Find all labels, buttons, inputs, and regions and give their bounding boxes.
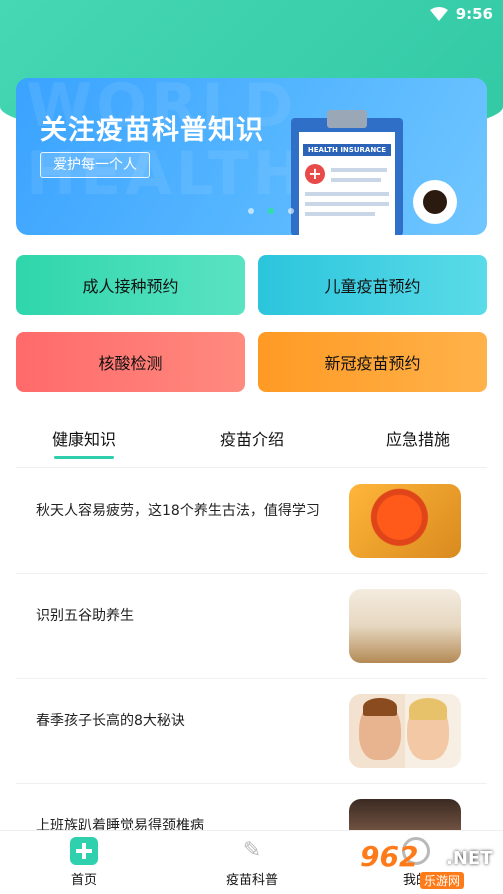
home-plus-icon	[70, 837, 98, 865]
coffee-cup-icon	[413, 180, 457, 224]
status-time: 9:56	[455, 5, 493, 23]
banner-subtitle: 爱护每一个人	[40, 152, 150, 178]
medical-cross-icon: +	[305, 164, 325, 184]
article-title: 春季孩子长高的8大秘诀	[36, 713, 185, 729]
promo-banner[interactable]: WORLD HEALTH 关注疫苗科普知识 爱护每一个人 HEALTH INSU…	[16, 78, 487, 235]
tab-health-knowledge[interactable]: 健康知识	[52, 426, 116, 450]
article-item[interactable]: 春季孩子长高的8大秘诀	[16, 680, 487, 784]
nav-home-label: 首页	[70, 873, 97, 888]
wheat-field-thumbnail	[349, 589, 461, 663]
status-bar: 9:56	[0, 0, 503, 28]
tab-vaccine-intro[interactable]: 疫苗介绍	[220, 426, 284, 450]
autumn-leaf-thumbnail	[349, 484, 461, 558]
category-tabs: 健康知识 疫苗介绍 应急措施	[16, 418, 487, 468]
pagination-dot	[248, 208, 254, 214]
article-item[interactable]: 秋天人容易疲劳，这18个养生古法，值得学习	[16, 470, 487, 574]
nav-vaccine-label: 疫苗科普	[225, 873, 278, 888]
clipboard-illustration: HEALTH INSURANCE +	[291, 110, 403, 235]
tab-emergency[interactable]: 应急措施	[386, 426, 450, 450]
nav-home[interactable]: 首页	[44, 837, 124, 888]
adult-vaccination-button[interactable]: 成人接种预约	[16, 255, 245, 315]
pagination-dot	[288, 208, 294, 214]
nav-vaccine-science[interactable]: ✎ 疫苗科普	[212, 837, 292, 888]
active-tab-indicator	[54, 456, 114, 459]
banner-title: 关注疫苗科普知识	[40, 115, 264, 146]
article-item[interactable]: 识别五谷助养生	[16, 575, 487, 679]
nucleic-test-button[interactable]: 核酸检测	[16, 332, 245, 392]
pagination-dot-active	[268, 208, 274, 214]
article-title: 识别五谷助养生	[36, 608, 134, 624]
covid-vaccine-button[interactable]: 新冠疫苗预约	[258, 332, 487, 392]
wifi-icon	[429, 7, 448, 21]
child-vaccine-button[interactable]: 儿童疫苗预约	[258, 255, 487, 315]
syringe-icon: ✎	[242, 838, 262, 863]
article-title: 秋天人容易疲劳，这18个养生古法，值得学习	[36, 503, 320, 519]
kids-thumbnail	[349, 694, 461, 768]
banner-pagination	[248, 208, 294, 214]
site-watermark: 962 .NET 乐游网	[360, 840, 493, 889]
